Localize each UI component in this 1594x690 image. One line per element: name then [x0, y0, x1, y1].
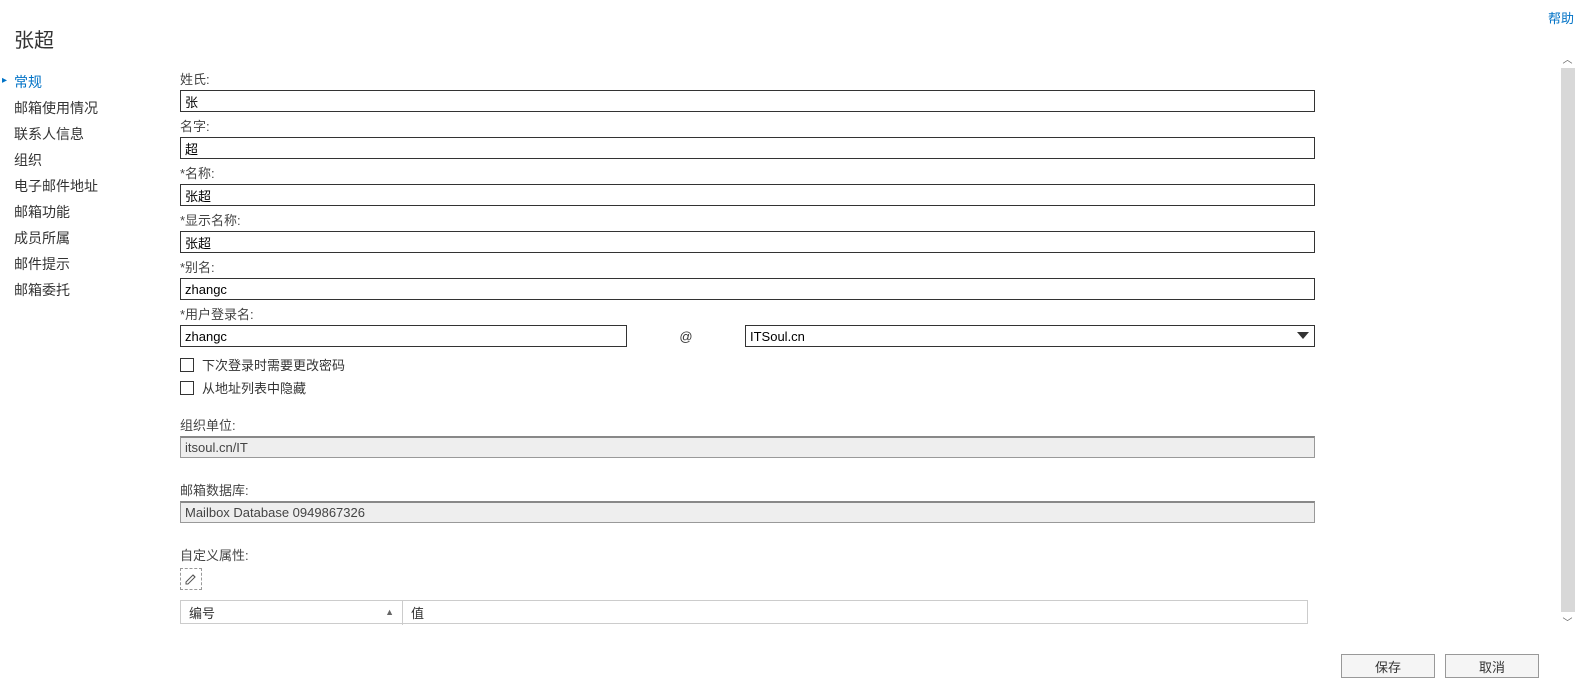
name-input[interactable]: [180, 184, 1315, 206]
sidebar-item-contact-info[interactable]: 联系人信息: [8, 121, 180, 147]
domain-select[interactable]: ITSoul.cn: [745, 325, 1315, 347]
sidebar-item-mailbox-features[interactable]: 邮箱功能: [8, 199, 180, 225]
change-password-checkbox[interactable]: [180, 358, 194, 372]
help-link[interactable]: 帮助: [1548, 8, 1574, 27]
firstname-input[interactable]: [180, 137, 1315, 159]
mailboxdb-label: 邮箱数据库:: [180, 480, 1495, 499]
page-title: 张超: [0, 0, 1594, 69]
displayname-label: *显示名称:: [180, 210, 1495, 229]
orgunit-input: [180, 436, 1315, 458]
userlogin-input[interactable]: [180, 325, 627, 347]
sidebar-item-mailtip[interactable]: 邮件提示: [8, 251, 180, 277]
table-col-value[interactable]: 值: [403, 600, 1307, 625]
customattr-label: 自定义属性:: [180, 545, 1495, 564]
sidebar-item-mailbox-delegation[interactable]: 邮箱委托: [8, 277, 180, 303]
mailboxdb-input: [180, 501, 1315, 523]
sort-asc-icon: ▲: [385, 607, 394, 617]
pencil-icon: [185, 573, 197, 585]
sidebar: 常规 邮箱使用情况 联系人信息 组织 电子邮件地址 邮箱功能 成员所属 邮件提示…: [0, 69, 180, 639]
displayname-input[interactable]: [180, 231, 1315, 253]
sidebar-item-member-of[interactable]: 成员所属: [8, 225, 180, 251]
at-symbol: @: [627, 329, 745, 344]
table-col-number[interactable]: 编号 ▲: [181, 600, 403, 625]
alias-label: *别名:: [180, 257, 1495, 276]
scroll-up-arrow[interactable]: ︿: [1559, 50, 1576, 67]
sidebar-item-mailbox-usage[interactable]: 邮箱使用情况: [8, 95, 180, 121]
custom-attr-table-header: 编号 ▲ 值: [180, 600, 1308, 624]
sidebar-item-general[interactable]: 常规: [8, 69, 180, 95]
save-button[interactable]: 保存: [1341, 654, 1435, 678]
cancel-button[interactable]: 取消: [1445, 654, 1539, 678]
orgunit-label: 组织单位:: [180, 415, 1495, 434]
content-pane: 姓氏: 名字: *名称: *显示名称: *别名: *用户登录名: @: [180, 69, 1535, 639]
firstname-label: 名字:: [180, 116, 1495, 135]
change-password-label: 下次登录时需要更改密码: [202, 355, 345, 374]
sidebar-item-organization[interactable]: 组织: [8, 147, 180, 173]
lastname-label: 姓氏:: [180, 69, 1495, 88]
userlogin-label: *用户登录名:: [180, 304, 1495, 323]
hide-from-addresslist-label: 从地址列表中隐藏: [202, 378, 306, 397]
vertical-scrollbar[interactable]: ︿ ﹀: [1559, 50, 1576, 630]
name-label: *名称:: [180, 163, 1495, 182]
sidebar-item-email-address[interactable]: 电子邮件地址: [8, 173, 180, 199]
scroll-track[interactable]: [1561, 68, 1575, 612]
alias-input[interactable]: [180, 278, 1315, 300]
hide-from-addresslist-checkbox[interactable]: [180, 381, 194, 395]
scroll-down-arrow[interactable]: ﹀: [1559, 613, 1576, 630]
edit-custom-attr-button[interactable]: [180, 568, 202, 590]
lastname-input[interactable]: [180, 90, 1315, 112]
